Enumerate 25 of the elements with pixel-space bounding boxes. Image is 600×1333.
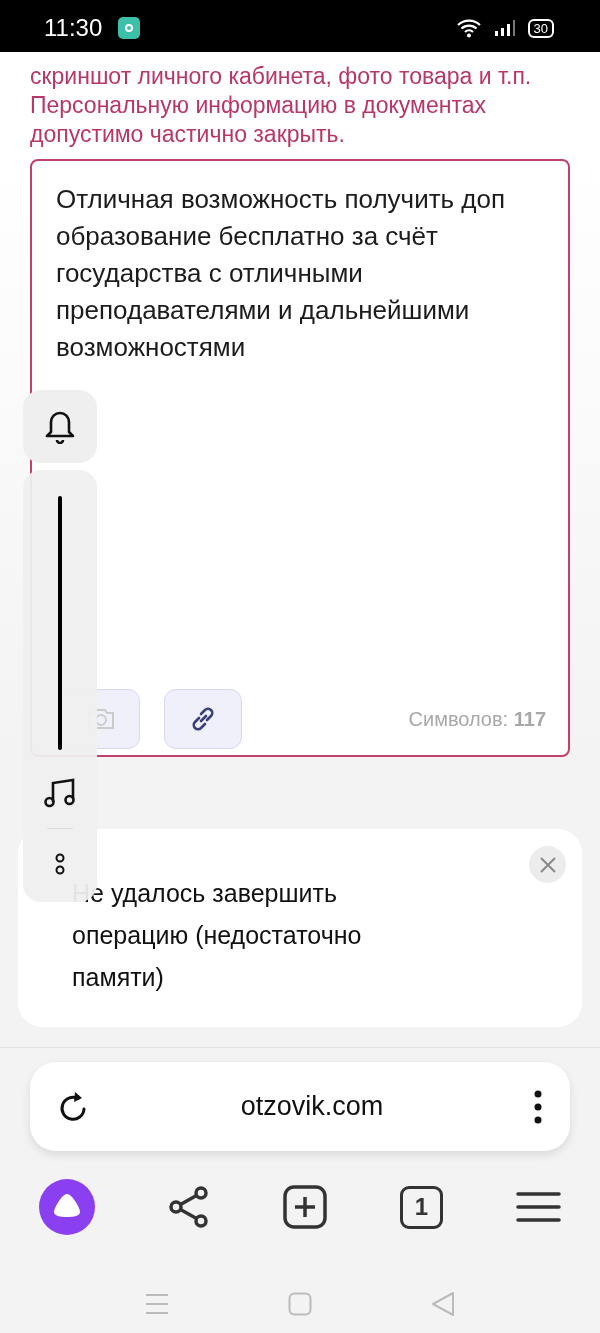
more-options-icon[interactable]	[534, 1089, 542, 1124]
link-button[interactable]	[164, 689, 242, 749]
close-button[interactable]	[529, 846, 566, 883]
tabs-counter-button[interactable]: 1	[400, 1185, 443, 1229]
music-note-icon[interactable]	[44, 778, 76, 808]
wifi-icon	[455, 18, 482, 38]
bell-icon	[44, 409, 76, 444]
sound-mode-menu[interactable]	[23, 390, 97, 463]
new-tab-icon[interactable]	[283, 1185, 327, 1229]
menu-icon[interactable]	[516, 1191, 561, 1223]
share-icon[interactable]	[168, 1186, 210, 1228]
instructions-text: скриншот личного кабинета, фото товара и т.п. Персональную информацию в документах допустимо частично закрыть.	[30, 62, 533, 149]
more-options-icon[interactable]	[54, 853, 66, 875]
character-counter: Символов: 117	[408, 707, 546, 732]
review-field[interactable]: Отличная возможность получить доп образование бесплатно за счёт государства с отличными преподавателями и дальнейшими возможностями Символов: 117	[30, 159, 570, 757]
signal-icon	[493, 19, 516, 37]
close-icon	[539, 856, 556, 873]
app-notification-icon	[118, 17, 141, 39]
assistant-icon[interactable]	[39, 1179, 95, 1235]
url-text: otzovik.com	[239, 1090, 385, 1124]
status-time: 11:30	[44, 13, 103, 43]
toast-message: Не удалось завершить операцию (недостаточно памяти)	[72, 878, 363, 993]
address-bar[interactable]: otzovik.com	[30, 1062, 570, 1151]
volume-slider[interactable]	[58, 496, 62, 750]
battery-indicator: 30	[527, 18, 554, 38]
